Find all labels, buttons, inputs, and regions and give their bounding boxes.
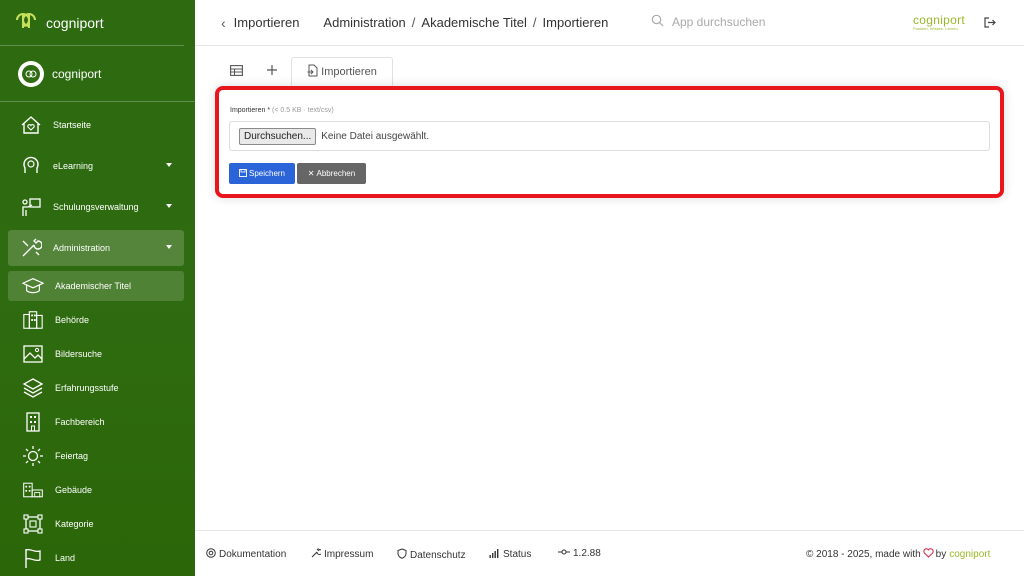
search-input[interactable]: App durchsuchen — [651, 14, 765, 30]
shield-icon — [397, 548, 407, 562]
heart-icon — [923, 548, 934, 561]
footer-link-impressum[interactable]: Impressum — [311, 548, 373, 561]
tab-table-view[interactable] — [219, 57, 253, 86]
tab-importieren[interactable]: Importieren — [291, 57, 393, 86]
sidebar-subitem-akademischer-titel[interactable]: Akademischer Titel — [8, 271, 184, 301]
chevron-left-icon: ‹ — [221, 14, 226, 31]
image-icon — [22, 343, 44, 365]
breadcrumb-item-akademische-titel[interactable]: Akademische Titel — [421, 15, 527, 30]
brand-name: cogniport — [46, 14, 104, 31]
gear-head-icon — [20, 155, 42, 177]
back-button[interactable]: ‹ Importieren — [221, 15, 299, 31]
cancel-button[interactable]: ✕ Abbrechen — [297, 163, 366, 184]
close-icon: ✕ — [307, 169, 315, 178]
commit-icon — [558, 548, 570, 559]
chevron-down-icon — [166, 163, 172, 167]
user-profile[interactable]: cogniport — [0, 46, 195, 102]
tab-importieren-label: Importieren — [321, 65, 377, 78]
import-form: Importieren * (< 0.5 KB · text/csv) Durc… — [215, 86, 1004, 198]
breadcrumb: Administration / Akademische Titel / Imp… — [323, 15, 608, 30]
no-file-text: Keine Datei ausgewählt. — [321, 130, 430, 142]
help-icon — [206, 548, 216, 561]
copyright: © 2018 - 2025, made with by cogniport — [806, 548, 991, 561]
sidebar-subitem-gebaeude[interactable]: Gebäude — [8, 475, 184, 505]
graduation-cap-icon — [22, 275, 44, 297]
tools-icon — [20, 237, 42, 259]
save-button[interactable]: Speichern — [229, 163, 295, 184]
sun-icon — [22, 445, 44, 467]
presenter-icon — [20, 196, 42, 218]
plus-icon — [266, 63, 278, 80]
logout-icon — [983, 16, 996, 33]
sidebar-subitem-land[interactable]: Land — [8, 543, 184, 573]
sidebar-item-startseite[interactable]: Startseite — [8, 107, 184, 143]
import-field-hint: (< 0.5 KB · text/csv) — [272, 107, 334, 114]
footer-link-dokumentation[interactable]: Dokumentation — [206, 548, 286, 561]
brand[interactable]: cogniport — [0, 0, 184, 46]
breadcrumb-item-administration[interactable]: Administration — [323, 15, 405, 30]
breadcrumb-separator: / — [532, 15, 537, 30]
footer-link-datenschutz[interactable]: Datenschutz — [397, 548, 466, 562]
avatar — [18, 60, 44, 87]
cogniport-logo: cogniport Punkten. Wissen. Lernen. — [913, 13, 966, 31]
home-heart-icon — [20, 114, 42, 136]
tab-add[interactable] — [253, 57, 291, 86]
flag-icon — [22, 547, 44, 569]
office-icon — [22, 411, 44, 433]
footer-brand-link[interactable]: cogniport — [949, 549, 990, 560]
signal-icon — [489, 548, 500, 561]
sidebar-item-schulungsverwaltung[interactable]: Schulungsverwaltung — [8, 189, 184, 225]
sidebar-subitem-kategorie[interactable]: Kategorie — [8, 509, 184, 539]
search-placeholder: App durchsuchen — [672, 15, 766, 29]
sidebar-item-administration[interactable]: Administration — [8, 230, 184, 266]
sidebar-subitem-fachbereich[interactable]: Fachbereich — [8, 407, 184, 437]
chevron-down-icon — [166, 245, 172, 249]
sidebar: cogniport cogniport Startseite eLearning… — [0, 0, 195, 576]
import-field-label: Importieren * (< 0.5 KB · text/csv) — [230, 107, 334, 114]
file-import-icon — [307, 64, 318, 80]
wrench-icon — [311, 548, 323, 561]
search-icon — [651, 14, 664, 30]
save-icon — [239, 168, 247, 179]
sidebar-subitem-bildersuche[interactable]: Bildersuche — [8, 339, 184, 369]
table-icon — [229, 64, 243, 79]
view-tabs: Importieren — [219, 57, 393, 86]
top-header: ‹ Importieren Administration / Akademisc… — [195, 0, 1024, 46]
sidebar-item-elearning[interactable]: eLearning — [8, 148, 184, 184]
layers-icon — [22, 377, 44, 399]
back-label: Importieren — [233, 15, 300, 30]
building-icon — [22, 309, 44, 331]
footer-link-status[interactable]: Status — [489, 548, 531, 561]
breadcrumb-item-importieren: Importieren — [542, 15, 609, 30]
cogniport-logo-icon — [14, 10, 38, 35]
required-mark: * — [267, 107, 271, 114]
footer-version[interactable]: 1.2.88 — [558, 548, 601, 559]
logout-button[interactable] — [983, 16, 996, 34]
breadcrumb-separator: / — [411, 15, 416, 30]
user-name: cogniport — [52, 66, 102, 81]
buildings-icon — [22, 479, 44, 501]
browse-button[interactable]: Durchsuchen... — [239, 127, 317, 145]
footer: Dokumentation Impressum Datenschutz Stat… — [195, 530, 1024, 576]
chevron-down-icon — [166, 204, 172, 208]
sidebar-subitem-erfahrungsstufe[interactable]: Erfahrungsstufe — [8, 373, 184, 403]
sidebar-subitem-behoerde[interactable]: Behörde — [8, 305, 184, 335]
file-input[interactable]: Durchsuchen... Keine Datei ausgewählt. — [229, 121, 990, 151]
category-icon — [22, 513, 44, 535]
sidebar-subitem-feiertag[interactable]: Feiertag — [8, 441, 184, 471]
